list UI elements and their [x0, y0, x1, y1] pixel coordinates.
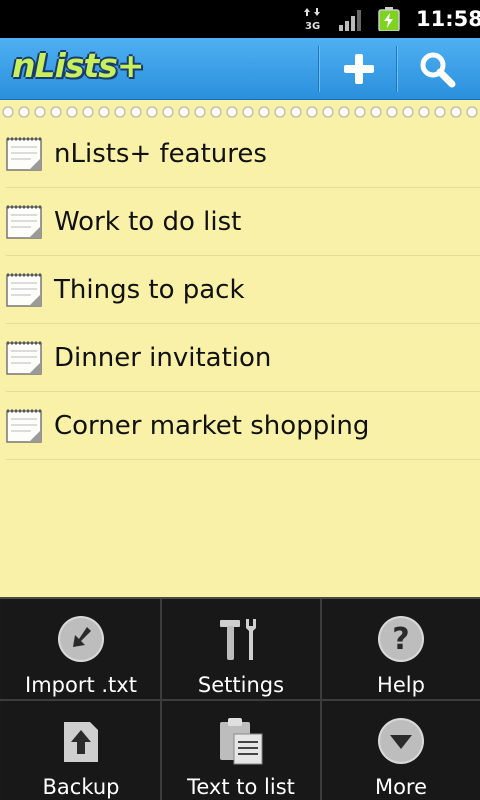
- options-menu: Import .txt Settings ? Help Backup Text …: [0, 597, 480, 800]
- import-icon: [58, 616, 104, 662]
- search-button[interactable]: [398, 38, 476, 100]
- list-item[interactable]: Work to do list: [6, 188, 480, 256]
- menu-item-label: Settings: [197, 673, 285, 697]
- status-clock: 11:58: [416, 7, 480, 31]
- note-icon: [6, 137, 42, 171]
- menu-divider: [0, 699, 480, 701]
- search-icon: [420, 52, 456, 88]
- import-txt-menu-item[interactable]: Import .txt: [2, 599, 160, 699]
- more-menu-item[interactable]: More: [322, 701, 480, 800]
- add-icon: [344, 54, 374, 84]
- clipboard-icon: [220, 718, 263, 765]
- action-bar: nLists+: [0, 38, 480, 100]
- note-icon: [6, 341, 42, 375]
- list-item[interactable]: Corner market shopping: [6, 392, 480, 460]
- backup-icon: [64, 722, 98, 762]
- more-icon: [378, 718, 424, 764]
- notebook-rings: [0, 104, 480, 120]
- app-logo: nLists+: [12, 46, 145, 85]
- menu-item-label: Text to list: [187, 775, 295, 799]
- signal-icon: [339, 10, 361, 31]
- tools-icon: [220, 619, 256, 660]
- note-icon: [6, 409, 42, 443]
- menu-item-label: Import .txt: [25, 673, 137, 697]
- svg-text:?: ?: [392, 622, 409, 657]
- lists-panel: nLists+ features Work to do list Things …: [0, 100, 480, 597]
- battery-charging-icon: [378, 7, 400, 31]
- help-icon: ?: [378, 616, 424, 662]
- backup-menu-item[interactable]: Backup: [2, 701, 160, 800]
- menu-item-label: More: [374, 775, 428, 799]
- list-item[interactable]: Things to pack: [6, 256, 480, 324]
- settings-menu-item[interactable]: Settings: [162, 599, 320, 699]
- lists-list: nLists+ features Work to do list Things …: [0, 120, 480, 460]
- network-type-label: 3G: [305, 21, 320, 31]
- add-list-button[interactable]: [320, 38, 398, 100]
- menu-item-label: Help: [377, 673, 425, 697]
- text-to-list-menu-item[interactable]: Text to list: [162, 701, 320, 800]
- data-arrows-icon: 3G: [304, 8, 320, 31]
- list-item[interactable]: Dinner invitation: [6, 324, 480, 392]
- note-icon: [6, 205, 42, 239]
- list-item-label: Work to do list: [54, 206, 242, 237]
- status-bar: 3G 11:58: [0, 0, 480, 38]
- list-item-label: Corner market shopping: [54, 410, 370, 441]
- note-icon: [6, 273, 42, 307]
- list-item-label: Dinner invitation: [54, 342, 272, 373]
- list-item-label: nLists+ features: [54, 138, 267, 169]
- list-item-label: Things to pack: [54, 274, 245, 305]
- help-menu-item[interactable]: ? Help: [322, 599, 480, 699]
- list-item[interactable]: nLists+ features: [6, 120, 480, 188]
- menu-item-label: Backup: [42, 775, 120, 799]
